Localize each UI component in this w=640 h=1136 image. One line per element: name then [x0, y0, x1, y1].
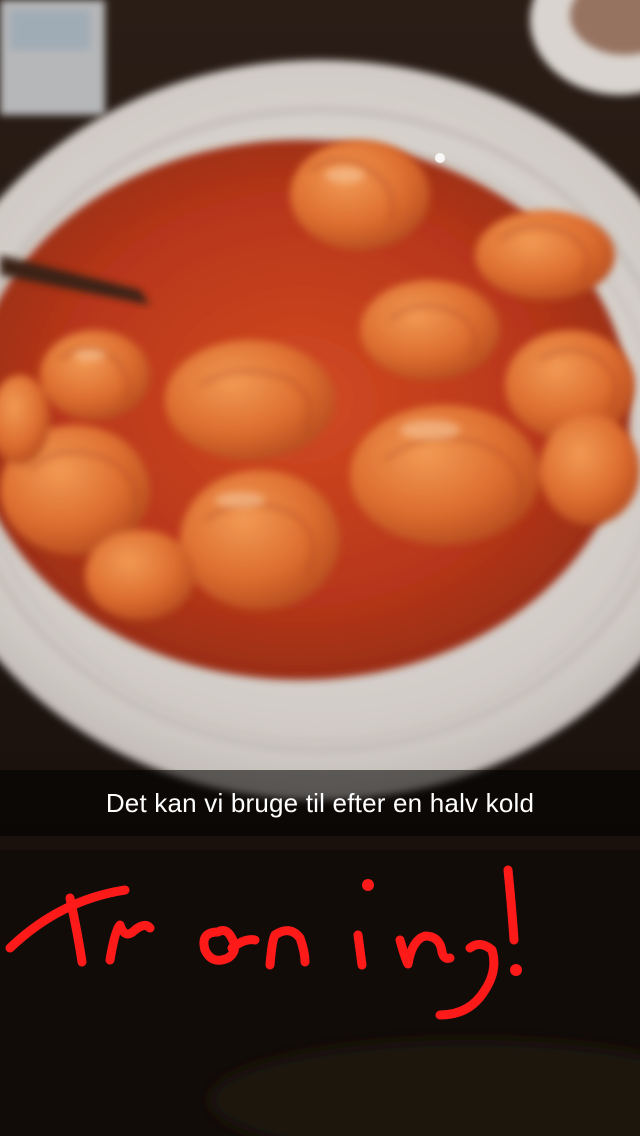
caption-bar: Det kan vi bruge til efter en halv kold: [0, 770, 640, 836]
caption-text: Det kan vi bruge til efter en halv kold: [105, 787, 535, 818]
handwritten-drawing: [5, 865, 522, 1020]
